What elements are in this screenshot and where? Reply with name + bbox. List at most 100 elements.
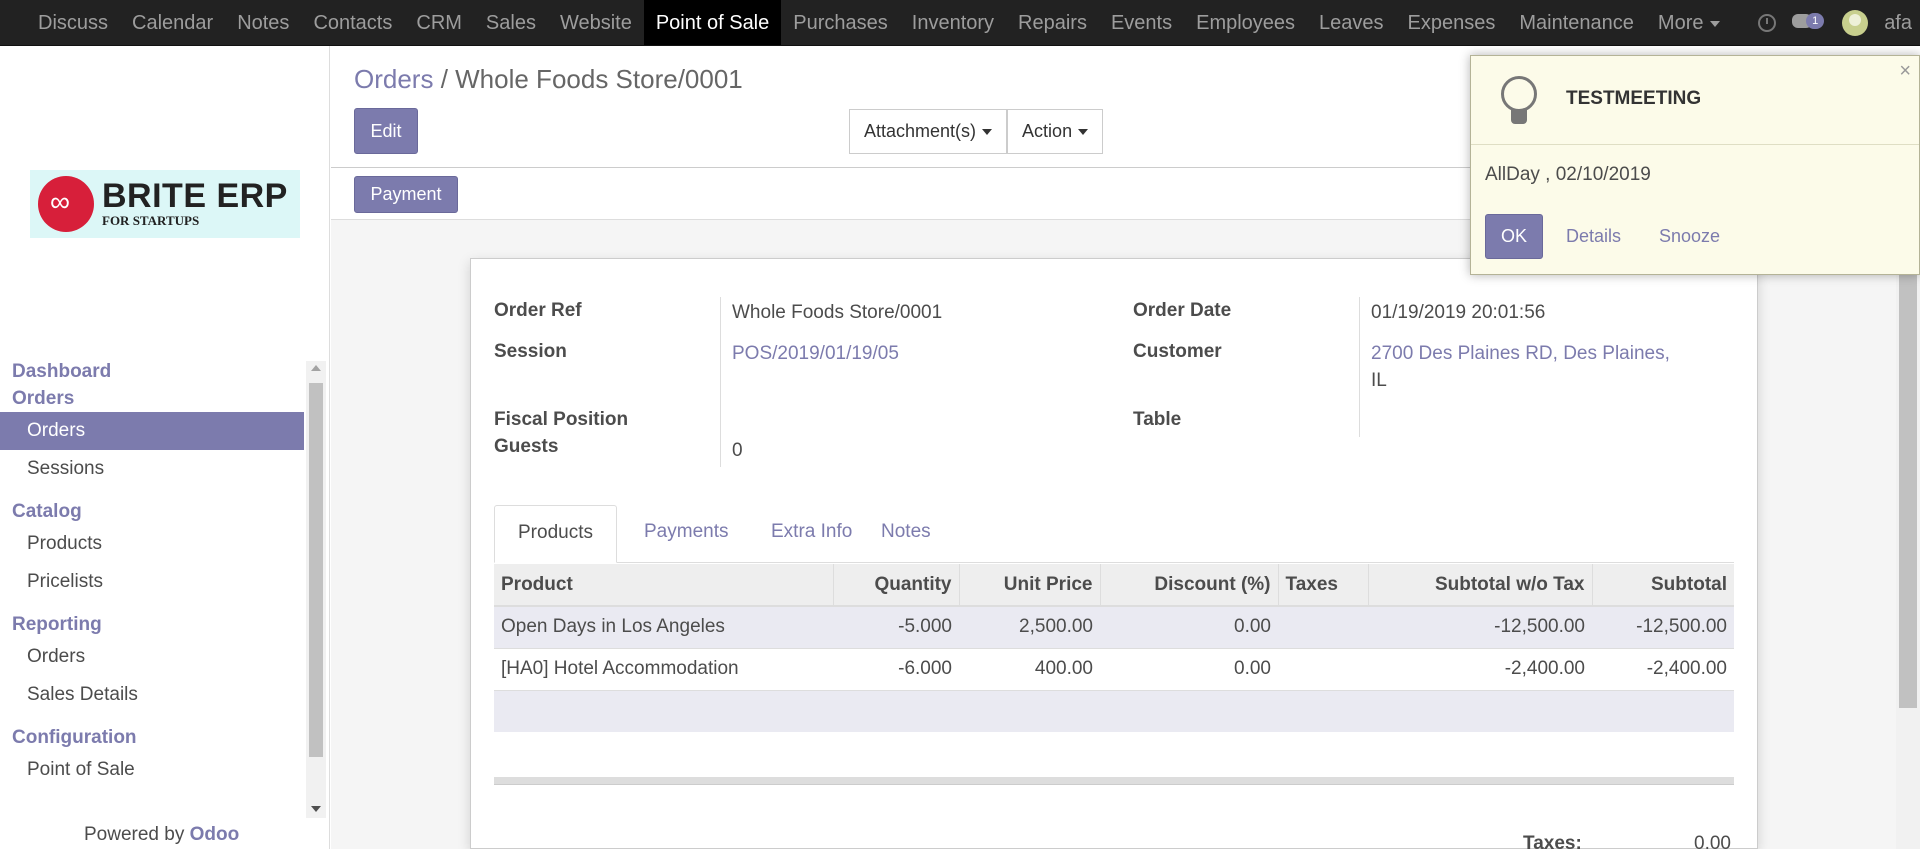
breadcrumb-separator: / [433, 64, 456, 94]
table-header-row: Product Quantity Unit Price Discount (%)… [494, 564, 1734, 607]
cell-subtotal-wo-tax: -2,400.00 [1368, 647, 1592, 690]
customer-link[interactable]: 2700 Des Plaines RD, Des Plaines, [1371, 343, 1670, 365]
cell-product: [HA0] Hotel Accommodation [494, 647, 833, 690]
guests-value: 0 [732, 440, 743, 461]
field-divider [720, 297, 721, 467]
menu-crm[interactable]: CRM [404, 0, 474, 45]
scroll-up-icon[interactable] [311, 365, 321, 371]
content-scrollbar[interactable] [1896, 220, 1920, 849]
menu-sales[interactable]: Sales [474, 0, 548, 45]
odoo-link[interactable]: Odoo [190, 824, 240, 845]
menu-leaves[interactable]: Leaves [1307, 0, 1396, 45]
table-row[interactable]: [HA0] Hotel Accommodation -6.000 400.00 … [494, 647, 1734, 690]
cell-quantity: -6.000 [833, 647, 959, 690]
scroll-down-icon[interactable] [311, 806, 321, 812]
col-taxes[interactable]: Taxes [1278, 564, 1369, 607]
menu-more[interactable]: More [1646, 0, 1732, 45]
sidebar-item-orders[interactable]: Orders [0, 412, 304, 450]
col-unit-price[interactable]: Unit Price [959, 564, 1101, 607]
details-link[interactable]: Details [1566, 226, 1621, 247]
sidebar-item-point-of-sale[interactable]: Point of Sale [0, 751, 304, 789]
order-ref-label: Order Ref [494, 300, 582, 321]
session-label: Session [494, 341, 567, 362]
snooze-link[interactable]: Snooze [1659, 226, 1720, 247]
tab-extra-info[interactable]: Extra Info [748, 505, 875, 563]
sidebar-item-reporting-orders[interactable]: Orders [0, 638, 304, 676]
field-divider [1359, 297, 1360, 437]
company-logo: BRITE ERP FOR STARTUPS [30, 170, 300, 238]
action-dropdown[interactable]: Action [1007, 109, 1104, 154]
table-row[interactable]: Open Days in Los Angeles -5.000 2,500.00… [494, 605, 1734, 648]
powered-by-prefix: Powered by [84, 824, 190, 845]
sidebar-buttons: Attachment(s) Action [849, 109, 1104, 154]
col-subtotal-wo-tax[interactable]: Subtotal w/o Tax [1368, 564, 1593, 607]
menu-website[interactable]: Website [548, 0, 644, 45]
table-separator [494, 777, 1734, 785]
sidebar-section-orders[interactable]: Orders [0, 385, 304, 412]
powered-by: Powered by Odoo [84, 824, 239, 846]
customer-state: IL [1371, 370, 1387, 391]
ok-button[interactable]: OK [1485, 214, 1543, 259]
sidebar: BRITE ERP FOR STARTUPS Dashboard Orders … [0, 46, 330, 849]
menu-inventory[interactable]: Inventory [900, 0, 1006, 45]
col-discount[interactable]: Discount (%) [1100, 564, 1279, 607]
taxes-total-label: Taxes: [1523, 833, 1582, 849]
user-avatar[interactable] [1842, 10, 1869, 36]
form-sheet: Order Ref Whole Foods Store/0001 Session… [470, 258, 1758, 849]
sidebar-item-pricelists[interactable]: Pricelists [0, 563, 304, 601]
breadcrumb-orders[interactable]: Orders [354, 64, 433, 94]
tab-notes[interactable]: Notes [858, 505, 954, 563]
scrollbar-thumb[interactable] [309, 383, 323, 757]
guests-label: Guests [494, 436, 559, 457]
systray: 1 afa [1758, 0, 1920, 46]
cell-discount: 0.00 [1100, 605, 1278, 648]
scrollbar-thumb[interactable] [1899, 268, 1917, 708]
clock-icon[interactable] [1758, 14, 1777, 32]
sidebar-scrollbar[interactable] [306, 361, 326, 818]
edit-button[interactable]: Edit [354, 108, 418, 154]
menu-contacts[interactable]: Contacts [301, 0, 404, 45]
notebook-tabs: Products Payments Extra Info Notes [494, 505, 1734, 563]
order-ref-value: Whole Foods Store/0001 [732, 302, 943, 323]
session-link[interactable]: POS/2019/01/19/05 [732, 343, 899, 365]
menu-maintenance[interactable]: Maintenance [1507, 0, 1646, 45]
col-subtotal[interactable]: Subtotal [1592, 564, 1734, 607]
close-icon[interactable]: × [1899, 60, 1911, 83]
col-product[interactable]: Product [494, 564, 834, 607]
sidebar-item-sessions[interactable]: Sessions [0, 450, 304, 488]
taxes-total-value: 0.00 [1694, 833, 1731, 849]
cell-taxes [1278, 647, 1368, 690]
fiscal-position-label: Fiscal Position [494, 409, 629, 430]
cell-taxes [1278, 605, 1368, 648]
payment-button[interactable]: Payment [354, 176, 458, 213]
menu-purchases[interactable]: Purchases [781, 0, 900, 45]
col-quantity[interactable]: Quantity [833, 564, 960, 607]
menu-point-of-sale[interactable]: Point of Sale [643, 0, 782, 45]
attachments-label: Attachment(s) [864, 121, 977, 141]
menu-employees[interactable]: Employees [1184, 0, 1307, 45]
top-navbar: Discuss Calendar Notes Contacts CRM Sale… [0, 0, 1920, 46]
menu-notes[interactable]: Notes [225, 0, 301, 45]
cell-unit-price: 400.00 [959, 647, 1100, 690]
sidebar-section-catalog[interactable]: Catalog [0, 498, 304, 525]
menu-events[interactable]: Events [1099, 0, 1184, 45]
tab-products[interactable]: Products [494, 505, 617, 563]
menu-repairs[interactable]: Repairs [1006, 0, 1099, 45]
messages-icon[interactable]: 1 [1792, 12, 1826, 34]
cell-subtotal: -12,500.00 [1592, 605, 1734, 648]
order-date-value: 01/19/2019 20:01:56 [1371, 302, 1546, 323]
user-name[interactable]: afa [1884, 12, 1912, 35]
tab-payments[interactable]: Payments [621, 505, 751, 563]
menu-expenses[interactable]: Expenses [1396, 0, 1508, 45]
sidebar-item-sales-details[interactable]: Sales Details [0, 676, 304, 714]
menu-discuss[interactable]: Discuss [26, 0, 120, 45]
sidebar-section-configuration[interactable]: Configuration [0, 724, 304, 751]
sidebar-section-reporting[interactable]: Reporting [0, 611, 304, 638]
order-lines-table: Product Quantity Unit Price Discount (%)… [494, 564, 1734, 732]
sidebar-item-products[interactable]: Products [0, 525, 304, 563]
lightbulb-icon [1501, 76, 1537, 128]
sidebar-section-dashboard[interactable]: Dashboard [0, 358, 304, 385]
menu-calendar[interactable]: Calendar [120, 0, 225, 45]
attachments-dropdown[interactable]: Attachment(s) [849, 109, 1008, 154]
customer-label: Customer [1133, 341, 1222, 362]
